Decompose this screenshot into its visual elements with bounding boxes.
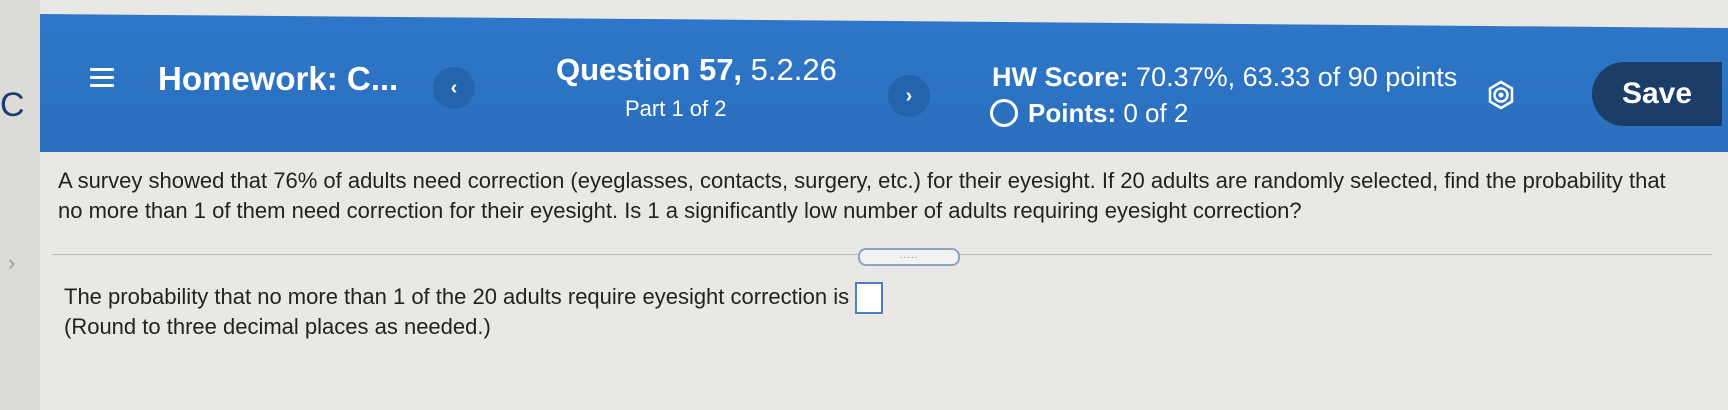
hw-score-value: 70.37%, 63.33 of 90 points: [1136, 62, 1458, 92]
question-number: 5.2.26: [750, 52, 837, 87]
partial-letter: C: [0, 86, 25, 124]
answer-prompt: The probability that no more than 1 of t…: [64, 284, 850, 309]
previous-question-button[interactable]: ‹: [433, 67, 475, 109]
answer-input[interactable]: [855, 282, 884, 315]
answer-note: (Round to three decimal places as needed…: [64, 314, 491, 339]
question-label: Question 57,: [556, 52, 743, 87]
circle-outline-icon: [990, 99, 1018, 127]
question-text: A survey showed that 76% of adults need …: [58, 168, 1666, 223]
points-label: Points:: [1028, 98, 1117, 128]
header-bar: Homework: C... ‹ Question 57, 5.2.26 Par…: [40, 14, 1728, 152]
browser-left-edge: C ›: [0, 0, 40, 410]
points-value: 0 of 2: [1123, 98, 1189, 128]
save-button[interactable]: Save: [1592, 62, 1722, 126]
next-question-button[interactable]: ›: [888, 75, 930, 117]
assignment-title[interactable]: Homework: C...: [158, 60, 398, 98]
hw-score: HW Score: 70.37%, 63.33 of 90 points: [992, 62, 1457, 93]
answer-line: The probability that no more than 1 of t…: [64, 282, 884, 315]
menu-icon[interactable]: [90, 68, 114, 88]
gear-icon[interactable]: [1486, 80, 1516, 110]
chevron-right-icon[interactable]: ›: [8, 250, 15, 276]
question-title: Question 57, 5.2.26: [556, 52, 837, 88]
question-part: Part 1 of 2: [625, 96, 727, 121]
divider-handle[interactable]: .....: [858, 248, 960, 266]
hw-score-label: HW Score:: [992, 62, 1129, 92]
points: Points: 0 of 2: [1028, 98, 1188, 129]
question-content: A survey showed that 76% of adults need …: [40, 152, 1728, 410]
